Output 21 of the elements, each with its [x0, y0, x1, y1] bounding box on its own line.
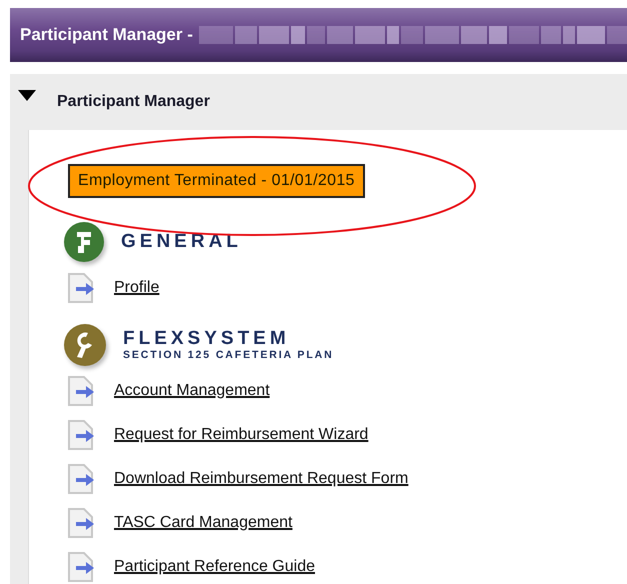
- menu-link[interactable]: Profile: [114, 279, 160, 297]
- menu-link[interactable]: Download Reimbursement Request Form: [114, 470, 408, 488]
- status-badge: Employment Terminated - 01/01/2015: [68, 164, 365, 198]
- page-arrow-icon[interactable]: [68, 376, 96, 406]
- menu-link[interactable]: TASC Card Management: [114, 514, 292, 532]
- section-title: GENERAL: [121, 232, 242, 252]
- panel-title: Participant Manager: [57, 93, 210, 111]
- menu-link[interactable]: Account Management: [114, 382, 270, 400]
- page-arrow-icon[interactable]: [68, 508, 96, 538]
- section-subtitle: SECTION 125 CAFETERIA PLAN: [123, 349, 334, 362]
- section-title: FLEXSYSTEM: [123, 328, 291, 350]
- page-arrow-icon[interactable]: [68, 273, 96, 303]
- collapse-triangle-icon[interactable]: [18, 90, 36, 102]
- wrench-logo-icon: [64, 324, 106, 366]
- page-arrow-icon[interactable]: [68, 420, 96, 450]
- page-title: Participant Manager -: [20, 25, 193, 45]
- menu-link[interactable]: Request for Reimbursement Wizard: [114, 426, 368, 444]
- page-arrow-icon[interactable]: [68, 552, 96, 582]
- menu-link[interactable]: Participant Reference Guide: [114, 558, 315, 576]
- page-arrow-icon[interactable]: [68, 464, 96, 494]
- general-logo-icon: [64, 222, 104, 262]
